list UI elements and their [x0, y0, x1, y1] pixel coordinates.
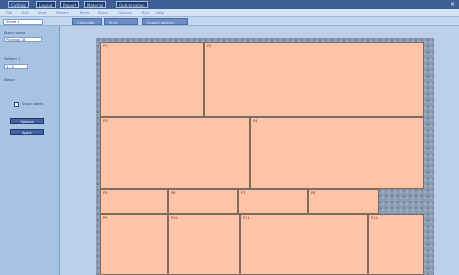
piece-label: P7	[241, 191, 246, 195]
close-icon[interactable]: ×	[449, 1, 456, 8]
waste-label: Waste	[4, 78, 16, 82]
piece-label: P4	[253, 119, 258, 123]
show-labels-checkbox[interactable]	[14, 102, 19, 107]
stock-sheet-field[interactable]: Plywood 18	[4, 37, 42, 42]
cut-piece[interactable]: P3	[100, 117, 250, 189]
tab-material[interactable]: Material	[84, 1, 107, 8]
menu-view[interactable]: View	[38, 10, 47, 16]
menu-stock[interactable]: Stock	[98, 10, 108, 16]
sheet-select-input[interactable]: Sheet 1	[3, 19, 43, 25]
cut-piece[interactable]: P5	[100, 189, 168, 214]
app-tab-bar: Cutting Layout Report Material Optimizat…	[0, 0, 459, 9]
cut-piece[interactable]: P7	[238, 189, 308, 214]
tab-layout[interactable]: Layout	[36, 1, 56, 8]
cut-piece[interactable]: P11	[240, 214, 368, 275]
print-button[interactable]: Print	[104, 18, 138, 25]
piece-label: P11	[243, 216, 250, 220]
cut-piece[interactable]: P6	[168, 189, 238, 214]
piece-label: P12	[371, 216, 378, 220]
piece-label: P5	[103, 191, 108, 195]
pattern-counter-field[interactable]: 1 / 3	[4, 64, 28, 69]
sidebar-panel: Stock sheet Plywood 18 Pattern 1 1 / 3 W…	[0, 26, 60, 275]
calculate-button[interactable]: Calculate	[72, 18, 102, 25]
export-pattern-button[interactable]: Export pattern	[142, 18, 188, 25]
piece-label: P8	[311, 191, 316, 195]
cut-piece[interactable]: P1	[100, 42, 204, 117]
pattern-label: Pattern 1	[4, 57, 21, 61]
piece-label: P6	[171, 191, 176, 195]
options-button[interactable]: Options	[10, 118, 44, 124]
menu-help[interactable]: Help	[156, 10, 164, 16]
piece-label: P3	[103, 119, 108, 123]
tab-cutting[interactable]: Cutting	[8, 1, 29, 8]
show-labels-label: Show labels	[22, 102, 44, 106]
cut-piece[interactable]: P8	[308, 189, 379, 214]
piece-label: P1	[103, 44, 108, 48]
tab-optimization[interactable]: Optimization	[116, 1, 148, 8]
tab-report[interactable]: Report	[60, 1, 80, 8]
cut-piece[interactable]: P10	[168, 214, 240, 275]
toolbar: Sheet 1 Calculate Print Export pattern	[0, 17, 459, 26]
menu-file[interactable]: File	[6, 10, 12, 16]
cut-piece[interactable]: P2	[204, 42, 424, 117]
menu-run[interactable]: Run	[142, 10, 149, 16]
cut-piece[interactable]: P9	[100, 214, 168, 275]
piece-label: P9	[103, 216, 108, 220]
cut-piece[interactable]: P4	[250, 117, 424, 189]
piece-label: P10	[171, 216, 178, 220]
apply-button[interactable]: Apply	[10, 129, 44, 135]
menu-options[interactable]: Options	[118, 10, 132, 16]
cutting-pattern-canvas[interactable]: P1 P2 P3 P4 P5 P6 P7 P8 P9 P10 P11 P12	[96, 38, 434, 275]
cut-piece[interactable]: P12	[368, 214, 424, 275]
menu-parts[interactable]: Parts	[80, 10, 89, 16]
stock-sheet-label: Stock sheet	[4, 31, 26, 35]
menu-bar: File Edit View Pattern Parts Stock Optio…	[0, 9, 459, 17]
menu-pattern[interactable]: Pattern	[56, 10, 69, 16]
menu-edit[interactable]: Edit	[22, 10, 29, 16]
piece-label: P2	[207, 44, 212, 48]
